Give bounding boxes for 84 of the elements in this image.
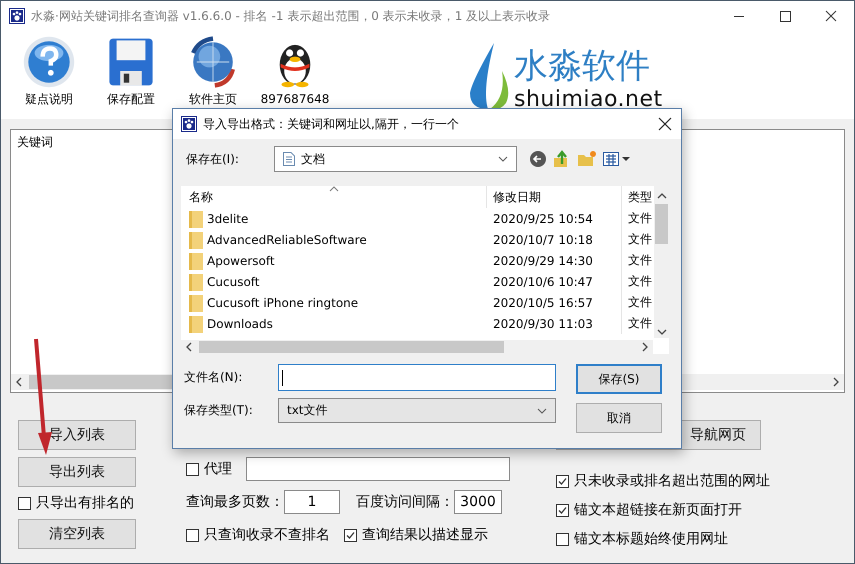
scrollbar-thumb[interactable] xyxy=(655,204,668,244)
file-name[interactable]: Downloads xyxy=(207,316,273,330)
checkbox-label: 锚文本标题始终使用网址 xyxy=(574,530,728,548)
checkbox[interactable] xyxy=(186,528,199,542)
scrollbar-thumb[interactable] xyxy=(199,341,504,353)
app-icon xyxy=(9,8,25,24)
field-label: 文件名(N): xyxy=(184,369,244,386)
file-date: 2020/9/29 14:30 xyxy=(493,254,593,268)
folder-icon xyxy=(189,252,203,270)
file-date: 2020/9/25 10:54 xyxy=(493,212,593,226)
field-label: 百度访问间隔： xyxy=(356,493,454,511)
column-header[interactable]: 类型 xyxy=(621,186,653,208)
file-date: 2020/10/5 16:57 xyxy=(493,296,593,310)
checkbox[interactable] xyxy=(186,462,199,476)
help-icon xyxy=(22,35,76,89)
pages-field[interactable]: 1 xyxy=(284,490,340,514)
file-type: 文件 xyxy=(628,231,652,248)
checkbox[interactable] xyxy=(344,528,357,542)
horizontal-scrollbar[interactable] xyxy=(181,340,653,354)
scroll-up-icon xyxy=(656,192,666,200)
field-label: 查询最多页数： xyxy=(186,493,284,511)
list-button[interactable]: 清空列表 xyxy=(18,519,136,549)
app-icon xyxy=(181,116,197,132)
file-date: 2020/9/30 11:03 xyxy=(493,316,593,330)
back-icon[interactable] xyxy=(529,150,547,168)
file-name[interactable]: Cucusoft iPhone ringtone xyxy=(207,296,358,310)
view-menu-icon[interactable] xyxy=(603,151,631,167)
field-label: 保存在(I): xyxy=(186,150,240,168)
proxy-field[interactable] xyxy=(246,457,510,481)
file-type: 文件 xyxy=(628,210,652,227)
toolbar-button[interactable]: 保存配置 xyxy=(101,31,161,106)
folder-icon xyxy=(189,294,203,312)
folder-icon xyxy=(189,314,203,332)
file-name-field[interactable] xyxy=(278,364,556,391)
dialog-title: 导入导出格式：关键词和网址以,隔开，一行一个 xyxy=(203,116,460,132)
file-type-dropdown[interactable]: txt文件 xyxy=(278,398,556,423)
brand-domain: shuimiao.net xyxy=(514,89,663,111)
interval-field[interactable]: 3000 xyxy=(454,490,502,514)
sort-icon xyxy=(329,186,339,192)
column-header[interactable]: 名称 xyxy=(181,186,486,208)
checkbox-label: 只未收录或排名超出范围的网址 xyxy=(574,472,770,490)
file-name[interactable]: AdvancedReliableSoftware xyxy=(207,232,367,246)
file-type: 文件 xyxy=(628,294,652,311)
checkbox-label: 代理 xyxy=(204,460,232,478)
chevron-down-icon xyxy=(537,408,547,414)
checkbox[interactable] xyxy=(556,532,569,546)
scroll-left-icon xyxy=(185,342,193,352)
checkbox-label: 查询结果以描述显示 xyxy=(362,526,488,544)
folder-icon xyxy=(189,272,203,290)
scroll-left-icon xyxy=(15,377,23,387)
cancel-button[interactable]: 取消 xyxy=(576,403,662,433)
checkbox[interactable] xyxy=(556,474,569,488)
file-name[interactable]: Cucusoft xyxy=(207,274,260,288)
scroll-right-icon xyxy=(832,377,840,387)
file-name[interactable]: Apowersoft xyxy=(207,254,275,268)
scroll-down-icon xyxy=(656,328,666,336)
file-date: 2020/10/7 10:18 xyxy=(493,232,593,246)
close-icon[interactable] xyxy=(657,116,673,132)
column-header[interactable]: 修改日期 xyxy=(486,186,621,208)
brand-name: 水淼软件 xyxy=(514,49,651,83)
checkbox[interactable] xyxy=(18,496,31,510)
checkbox-label: 锚文本超链接在新页面打开 xyxy=(574,501,742,519)
toolbar-button[interactable]: 疑点说明 xyxy=(19,31,79,106)
document-icon xyxy=(283,152,295,166)
folder-icon xyxy=(189,230,203,248)
list-button[interactable]: 导入列表 xyxy=(18,420,136,450)
file-type: 文件 xyxy=(628,252,652,269)
checkbox[interactable] xyxy=(556,504,569,516)
file-type: 文件 xyxy=(628,273,652,290)
list-button[interactable]: 导出列表 xyxy=(18,457,136,487)
folder-icon xyxy=(189,210,203,228)
field-label: 保存类型(T): xyxy=(184,402,254,419)
file-type: 文件 xyxy=(628,315,652,332)
save-button[interactable]: 保存(S) xyxy=(576,364,662,394)
scroll-right-icon xyxy=(641,342,649,352)
chevron-down-icon xyxy=(498,156,508,162)
file-date: 2020/10/6 10:47 xyxy=(493,274,593,288)
location-dropdown[interactable]: 文档 xyxy=(274,146,517,172)
window-title: 水淼·网站关键词排名查询器 v1.6.6.0 - 排名 -1 表示超出范围，0 表示未收录，1 及以上表示收录 xyxy=(31,8,552,24)
column-header[interactable]: 关键词 xyxy=(17,134,53,150)
checkbox-label: 只导出有排名的 xyxy=(36,494,134,512)
checkbox-label: 只查询收录不查排名 xyxy=(204,526,330,544)
file-name[interactable]: 3delite xyxy=(207,212,248,226)
toolbar-button[interactable]: 软件主页 xyxy=(183,31,243,106)
